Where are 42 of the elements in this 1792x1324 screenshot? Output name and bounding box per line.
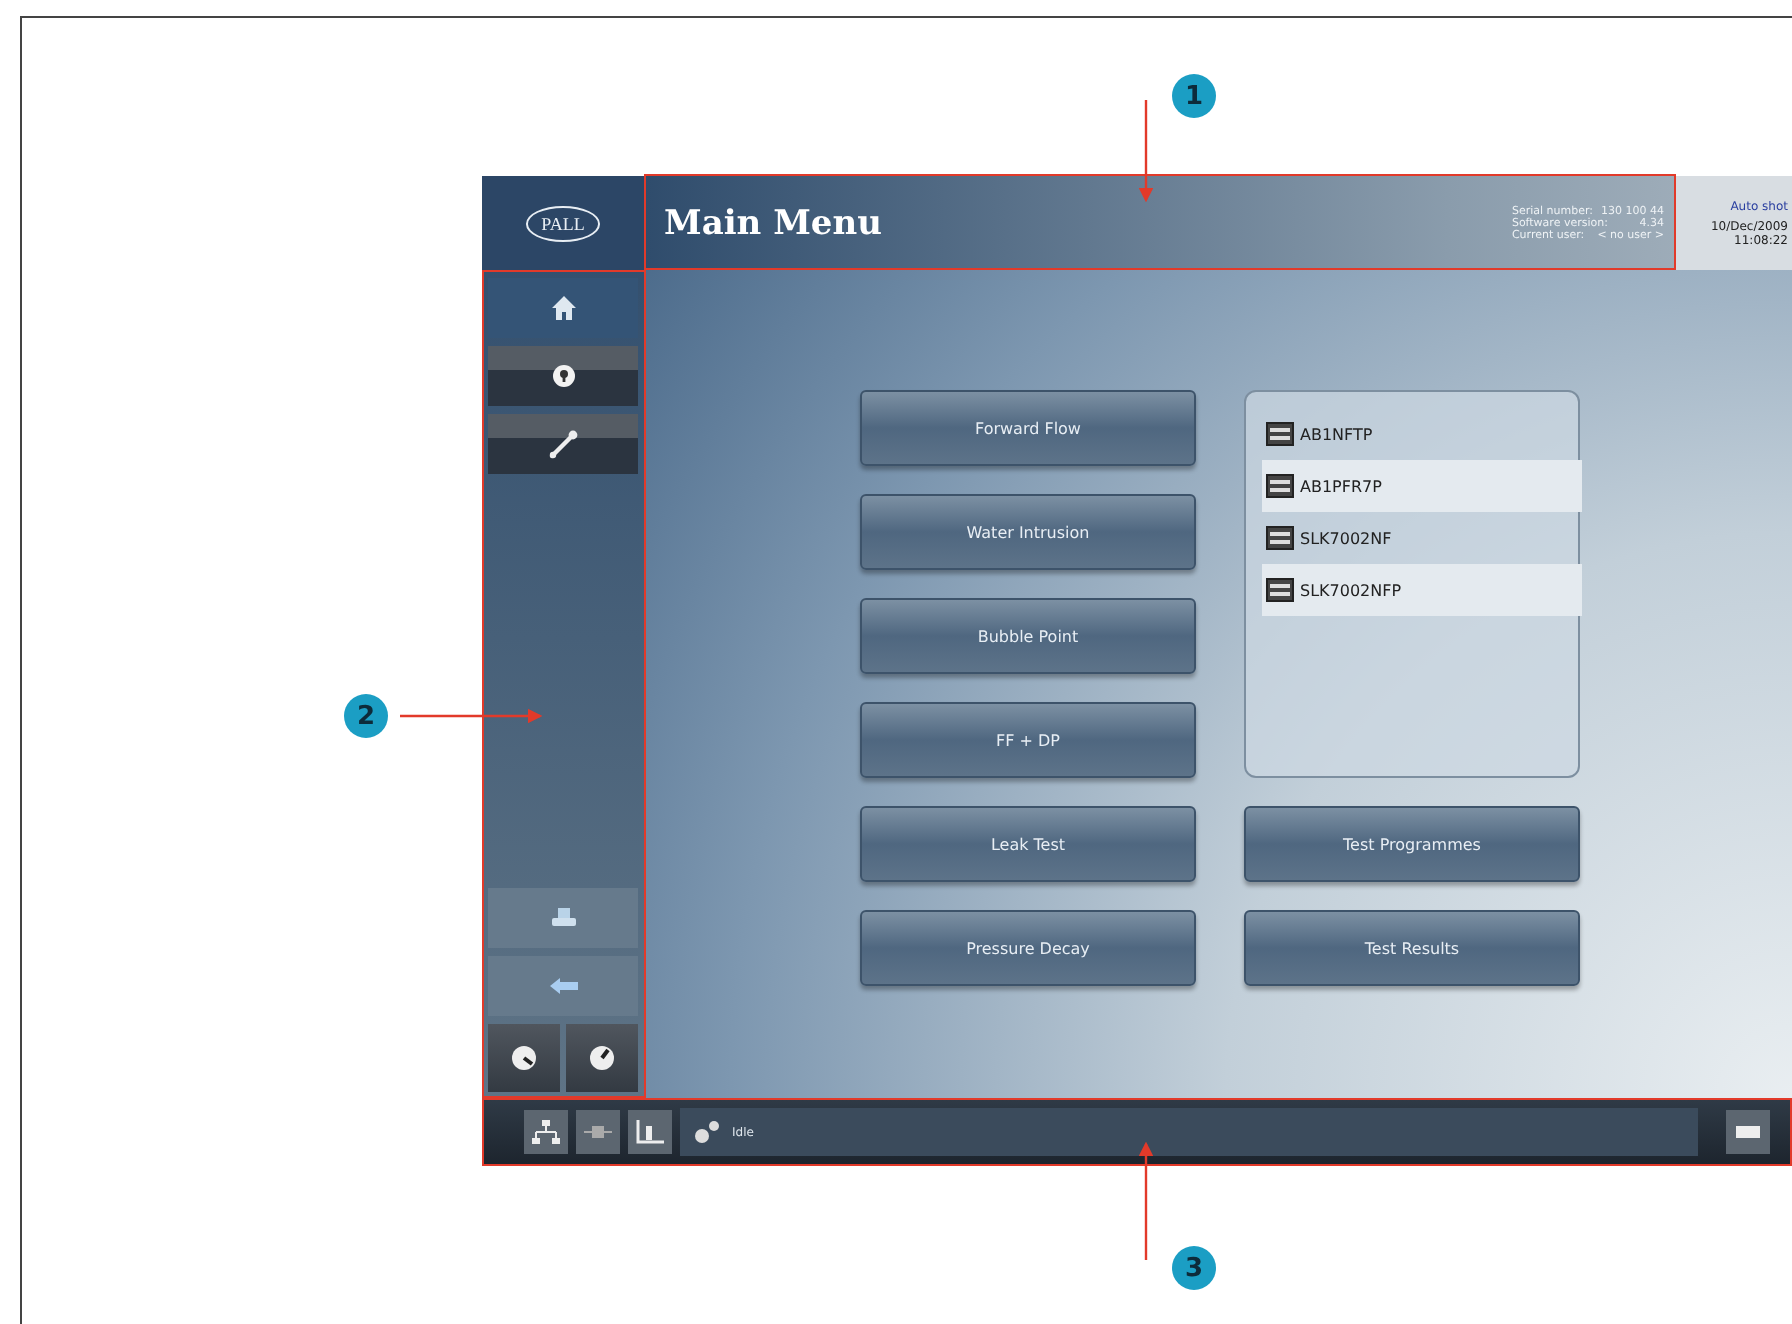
- document-icon: [1266, 578, 1294, 602]
- network-button[interactable]: [524, 1110, 568, 1154]
- gauge-button[interactable]: [566, 1024, 638, 1092]
- home-icon: [549, 294, 577, 322]
- print-button[interactable]: [488, 888, 638, 948]
- document-icon: [1266, 422, 1294, 446]
- logo: PALL: [525, 205, 601, 241]
- tools-button[interactable]: [488, 414, 638, 474]
- programme-item[interactable]: SLK7002NFP: [1262, 564, 1582, 616]
- gauge-icon: [510, 1044, 538, 1072]
- programme-item[interactable]: AB1NFTP: [1262, 408, 1582, 460]
- callout-number: 3: [1172, 1246, 1216, 1290]
- test-button[interactable]: Forward Flow: [860, 390, 1196, 466]
- action-button[interactable]: Test Results: [1244, 910, 1580, 986]
- back-arrow-icon: [547, 976, 579, 996]
- gauge-icon: [588, 1044, 616, 1072]
- test-button[interactable]: Bubble Point: [860, 598, 1196, 674]
- document-icon: [1266, 474, 1294, 498]
- help-button[interactable]: [488, 346, 638, 406]
- test-button[interactable]: Pressure Decay: [860, 910, 1196, 986]
- action-button[interactable]: Test Programmes: [1244, 806, 1580, 882]
- leader-arrow: [1138, 100, 1154, 203]
- leader-arrow: [400, 708, 543, 724]
- programme-item[interactable]: AB1PFR7P: [1262, 460, 1582, 512]
- chart-button[interactable]: [628, 1110, 672, 1154]
- gauge-button[interactable]: [488, 1024, 560, 1092]
- test-button[interactable]: Leak Test: [860, 806, 1196, 882]
- printer-icon: [549, 906, 577, 930]
- exit-button[interactable]: [1726, 1110, 1770, 1154]
- document-icon: [1266, 526, 1294, 550]
- cable-button[interactable]: [576, 1110, 620, 1154]
- callout-number: 2: [344, 694, 388, 738]
- programme-item[interactable]: SLK7002NF: [1262, 512, 1582, 564]
- test-button[interactable]: FF + DP: [860, 702, 1196, 778]
- callout-number: 1: [1172, 74, 1216, 118]
- chart-icon: [636, 1120, 664, 1144]
- home-button[interactable]: [488, 278, 638, 338]
- wrench-icon: [547, 428, 579, 460]
- network-icon: [532, 1120, 560, 1144]
- test-button[interactable]: Water Intrusion: [860, 494, 1196, 570]
- plug-icon: [584, 1124, 612, 1140]
- window-title: Main Menu: [662, 203, 884, 243]
